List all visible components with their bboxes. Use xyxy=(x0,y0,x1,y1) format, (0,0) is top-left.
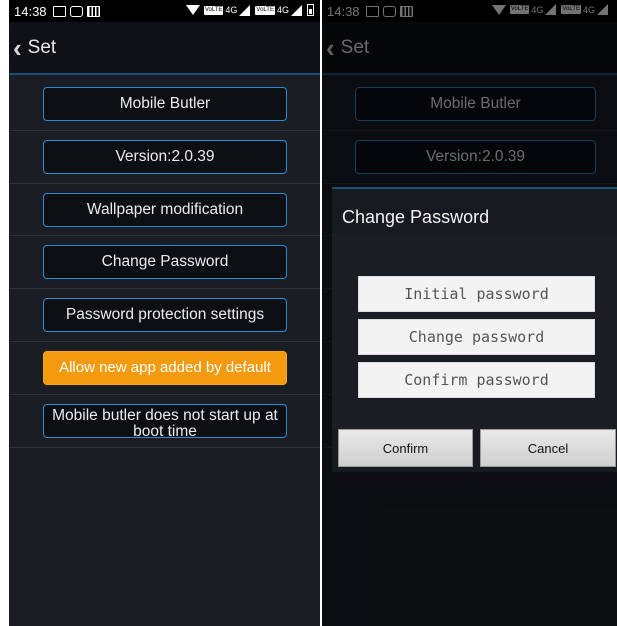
signal-icon-2 xyxy=(291,4,302,16)
list-item: Mobile Butler xyxy=(9,78,320,131)
settings-list: Mobile Butler Version:2.0.39 Wallpaper m… xyxy=(9,78,320,448)
password-protection-settings-button[interactable]: Password protection settings xyxy=(43,298,287,333)
network-label-2: 4G xyxy=(276,5,289,15)
status-bar: 14:38 VoLTE 4G VoLTE 4G xyxy=(9,0,320,22)
allow-new-app-toggle[interactable]: Allow new app added by default xyxy=(43,350,287,385)
status-time: 14:38 xyxy=(14,3,47,19)
image-icon xyxy=(52,5,66,17)
title-bar: ‹ Set xyxy=(9,22,320,75)
no-boot-startup-button[interactable]: Mobile butler does not start up at boot … xyxy=(43,403,287,438)
confirm-button[interactable]: Confirm xyxy=(338,429,473,467)
barcode-icon xyxy=(86,5,100,17)
network-label: 4G xyxy=(225,5,238,15)
page-title: Set xyxy=(27,36,57,58)
signal-icon xyxy=(239,4,251,16)
wallpaper-modification-button[interactable]: Wallpaper modification xyxy=(43,192,287,227)
change-password-dialog: Change Password Initial password Change … xyxy=(332,187,617,472)
confirm-password-field[interactable]: Confirm password xyxy=(358,362,595,398)
list-item: Wallpaper modification xyxy=(9,183,320,237)
list-item: Allow new app added by default xyxy=(9,341,320,395)
change-password-field[interactable]: Change password xyxy=(358,319,595,355)
change-password-button[interactable]: Change Password xyxy=(43,245,287,280)
wifi-icon xyxy=(185,5,200,15)
list-item: Version:2.0.39 xyxy=(9,130,320,184)
version-button[interactable]: Version:2.0.39 xyxy=(43,139,287,174)
volte-badge: VoLTE xyxy=(203,5,224,15)
dialog-title: Change Password xyxy=(342,207,490,227)
mobile-butler-button[interactable]: Mobile Butler xyxy=(43,87,287,121)
cancel-button[interactable]: Cancel xyxy=(480,429,616,467)
battery-icon xyxy=(307,4,314,16)
back-icon[interactable]: ‹ xyxy=(13,35,22,61)
dialog-body: Initial password Change password Confirm… xyxy=(332,233,617,429)
list-item: Mobile butler does not start up at boot … xyxy=(9,394,320,448)
initial-password-field[interactable]: Initial password xyxy=(358,276,595,312)
volte-badge-2: VoLTE xyxy=(255,5,275,15)
status-right: VoLTE 4G VoLTE 4G xyxy=(185,4,314,16)
list-item: Change Password xyxy=(9,236,320,290)
settings-screen-with-dialog: 14:38 VoLTE 4G VoLTE 4G ‹ Set Mobile But… xyxy=(322,0,617,626)
chat-icon xyxy=(69,5,83,17)
list-item: Password protection settings xyxy=(9,289,320,342)
settings-screen: 14:38 VoLTE 4G VoLTE 4G ‹ Set Mobile But… xyxy=(9,0,320,626)
